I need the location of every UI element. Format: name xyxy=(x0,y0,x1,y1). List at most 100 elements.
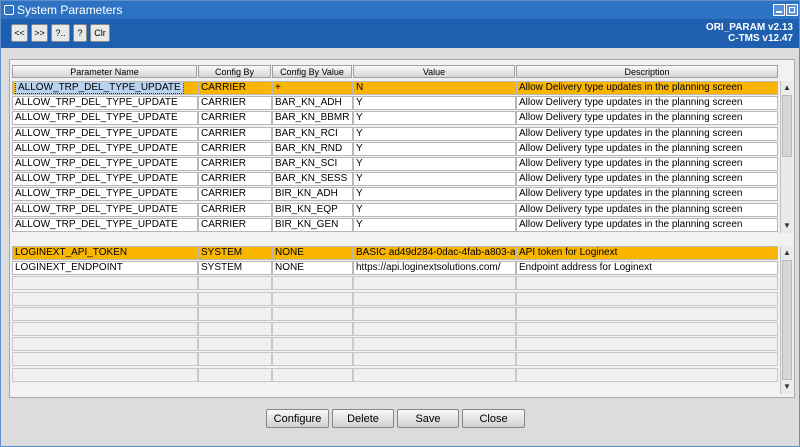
table-cell[interactable]: NONE xyxy=(272,261,353,276)
table-cell[interactable] xyxy=(272,276,353,291)
table-cell[interactable]: ALLOW_TRP_DEL_TYPE_UPDATE xyxy=(12,111,198,126)
table-row[interactable]: ALLOW_TRP_DEL_TYPE_UPDATE CARRIER BAR_KN_R… xyxy=(12,126,779,142)
table-cell[interactable]: API token for Loginext xyxy=(516,246,778,260)
table-cell[interactable]: Allow Delivery type updates in the plann… xyxy=(516,217,778,232)
table-cell[interactable] xyxy=(353,322,516,336)
table-cell[interactable] xyxy=(353,352,516,367)
table-cell[interactable] xyxy=(353,337,516,352)
table-cell[interactable] xyxy=(12,291,198,306)
table-cell[interactable]: Allow Delivery type updates in the plann… xyxy=(516,81,778,95)
first-record-button[interactable]: << xyxy=(11,24,28,42)
table-row[interactable]: LOGINEXT_API_TOKEN SYSTEM NONE BASIC ad49d2… xyxy=(12,246,779,261)
table-cell[interactable] xyxy=(516,276,778,291)
help-button[interactable]: ? xyxy=(73,24,87,42)
column-header-description[interactable]: Description xyxy=(516,65,778,78)
table-row[interactable]: ALLOW_TRP_DEL_TYPE_UPDATE CARRIER BAR_KN_R… xyxy=(12,141,779,157)
table-cell[interactable] xyxy=(516,367,778,382)
table-cell[interactable]: ALLOW_TRP_DEL_TYPE_UPDATE xyxy=(12,96,198,111)
lower-scrollbar[interactable]: ▲ ▼ xyxy=(780,246,793,394)
table-cell[interactable]: Y xyxy=(353,126,516,141)
table-cell[interactable] xyxy=(12,322,198,336)
table-row[interactable]: ALLOW_TRP_DEL_TYPE_UPDATE CARRIER BIR_KN_E… xyxy=(12,202,779,218)
table-cell[interactable]: LOGINEXT_API_TOKEN xyxy=(12,246,198,260)
table-cell[interactable]: SYSTEM xyxy=(198,246,272,260)
table-cell[interactable]: BAR_KN_RCI xyxy=(272,126,353,141)
table-cell[interactable]: Allow Delivery type updates in the plann… xyxy=(516,172,778,187)
close-button[interactable]: Close xyxy=(462,409,525,428)
table-row[interactable]: ALLOW_TRP_DEL_TYPE_UPDATE CARRIER BAR_KN_B… xyxy=(12,111,779,126)
table-cell[interactable] xyxy=(272,367,353,382)
table-cell[interactable]: ALLOW_TRP_DEL_TYPE_UPDATE xyxy=(12,187,198,202)
search-button[interactable]: ?.. xyxy=(51,24,70,42)
table-row[interactable]: ALLOW_TRP_DEL_TYPE_UPDATE CARRIER BAR_KN_A… xyxy=(12,96,779,111)
column-header-value[interactable]: Value xyxy=(353,65,515,78)
table-cell[interactable]: https://api.loginextsolutions.com/ xyxy=(353,261,516,276)
table-cell[interactable] xyxy=(516,337,778,352)
table-cell[interactable]: Allow Delivery type updates in the plann… xyxy=(516,96,778,111)
table-cell[interactable] xyxy=(353,291,516,306)
column-header-parameter-name[interactable]: Parameter Name xyxy=(12,65,197,78)
table-cell[interactable]: BAR_KN_SCI xyxy=(272,157,353,171)
scroll-thumb[interactable] xyxy=(782,95,792,157)
table-cell[interactable]: ALLOW_TRP_DEL_TYPE_UPDATE xyxy=(12,126,198,141)
table-cell[interactable] xyxy=(198,352,272,367)
scroll-down-icon[interactable]: ▼ xyxy=(782,382,792,392)
table-row[interactable]: LOGINEXT_ENDPOINT SYSTEM NONE https://api.l… xyxy=(12,261,779,276)
table-cell[interactable]: BAR_KN_BBMR xyxy=(272,111,353,126)
table-cell[interactable]: Y xyxy=(353,202,516,217)
table-cell[interactable] xyxy=(12,306,198,321)
table-cell[interactable]: Endpoint address for Loginext xyxy=(516,261,778,276)
table-cell[interactable]: Allow Delivery type updates in the plann… xyxy=(516,187,778,202)
table-cell[interactable]: BASIC ad49d284-0dac-4fab-a803-a xyxy=(353,246,516,260)
table-cell[interactable] xyxy=(198,322,272,336)
table-row[interactable]: ALLOW_TRP_DEL_TYPE_UPDATE CARRIER BIR_KN_G… xyxy=(12,217,779,233)
table-cell[interactable] xyxy=(272,352,353,367)
table-cell[interactable]: ALLOW_TRP_DEL_TYPE_UPDATE xyxy=(12,217,198,232)
scroll-up-icon[interactable]: ▲ xyxy=(782,248,792,258)
table-cell[interactable]: BAR_KN_SESS xyxy=(272,172,353,187)
table-cell[interactable] xyxy=(516,306,778,321)
empty-table-row[interactable] xyxy=(12,352,779,367)
maximize-button[interactable] xyxy=(786,4,798,16)
table-cell[interactable]: Allow Delivery type updates in the plann… xyxy=(516,157,778,171)
empty-table-row[interactable] xyxy=(12,276,779,291)
table-cell[interactable]: ALLOW_TRP_DEL_TYPE_UPDATE xyxy=(12,202,198,217)
table-cell[interactable]: BAR_KN_RND xyxy=(272,141,353,156)
table-cell[interactable]: BIR_KN_GEN xyxy=(272,217,353,232)
column-header-config-by-value[interactable]: Config By Value xyxy=(272,65,352,78)
table-cell[interactable] xyxy=(272,306,353,321)
table-cell[interactable] xyxy=(198,291,272,306)
table-cell[interactable]: Allow Delivery type updates in the plann… xyxy=(516,141,778,156)
table-cell[interactable] xyxy=(12,367,198,382)
table-cell[interactable]: CARRIER xyxy=(198,202,272,217)
table-row[interactable]: ALLOW_TRP_DEL_TYPE_UPDATE CARRIER BAR_KN_S… xyxy=(12,172,779,187)
table-cell[interactable]: CARRIER xyxy=(198,157,272,171)
table-cell[interactable]: SYSTEM xyxy=(198,261,272,276)
table-cell[interactable]: Y xyxy=(353,172,516,187)
table-row[interactable]: ALLOW_TRP_DEL_TYPE_UPDATE CARRIER + N Allow … xyxy=(12,81,779,96)
table-row[interactable]: ALLOW_TRP_DEL_TYPE_UPDATE CARRIER BIR_KN_A… xyxy=(12,187,779,202)
table-cell[interactable]: CARRIER xyxy=(198,187,272,202)
table-cell[interactable]: Y xyxy=(353,217,516,232)
table-row[interactable]: ALLOW_TRP_DEL_TYPE_UPDATE CARRIER BAR_KN_S… xyxy=(12,157,779,172)
table-cell[interactable]: Y xyxy=(353,96,516,111)
table-cell[interactable]: Y xyxy=(353,111,516,126)
scroll-down-icon[interactable]: ▼ xyxy=(782,221,792,231)
table-cell[interactable] xyxy=(198,306,272,321)
table-cell[interactable] xyxy=(198,337,272,352)
table-cell[interactable]: BAR_KN_ADH xyxy=(272,96,353,111)
table-cell[interactable]: ALLOW_TRP_DEL_TYPE_UPDATE xyxy=(12,157,198,171)
empty-table-row[interactable] xyxy=(12,367,779,383)
table-cell[interactable]: CARRIER xyxy=(198,217,272,232)
scroll-thumb[interactable] xyxy=(782,260,792,380)
table-cell[interactable] xyxy=(272,337,353,352)
delete-button[interactable]: Delete xyxy=(332,409,394,428)
table-cell[interactable]: Y xyxy=(353,187,516,202)
column-header-config-by[interactable]: Config By xyxy=(198,65,271,78)
table-cell[interactable] xyxy=(353,367,516,382)
table-cell[interactable]: ALLOW_TRP_DEL_TYPE_UPDATE xyxy=(12,81,198,95)
table-cell[interactable]: Y xyxy=(353,157,516,171)
table-cell[interactable]: CARRIER xyxy=(198,141,272,156)
table-cell[interactable]: Y xyxy=(353,141,516,156)
table-cell[interactable] xyxy=(516,352,778,367)
